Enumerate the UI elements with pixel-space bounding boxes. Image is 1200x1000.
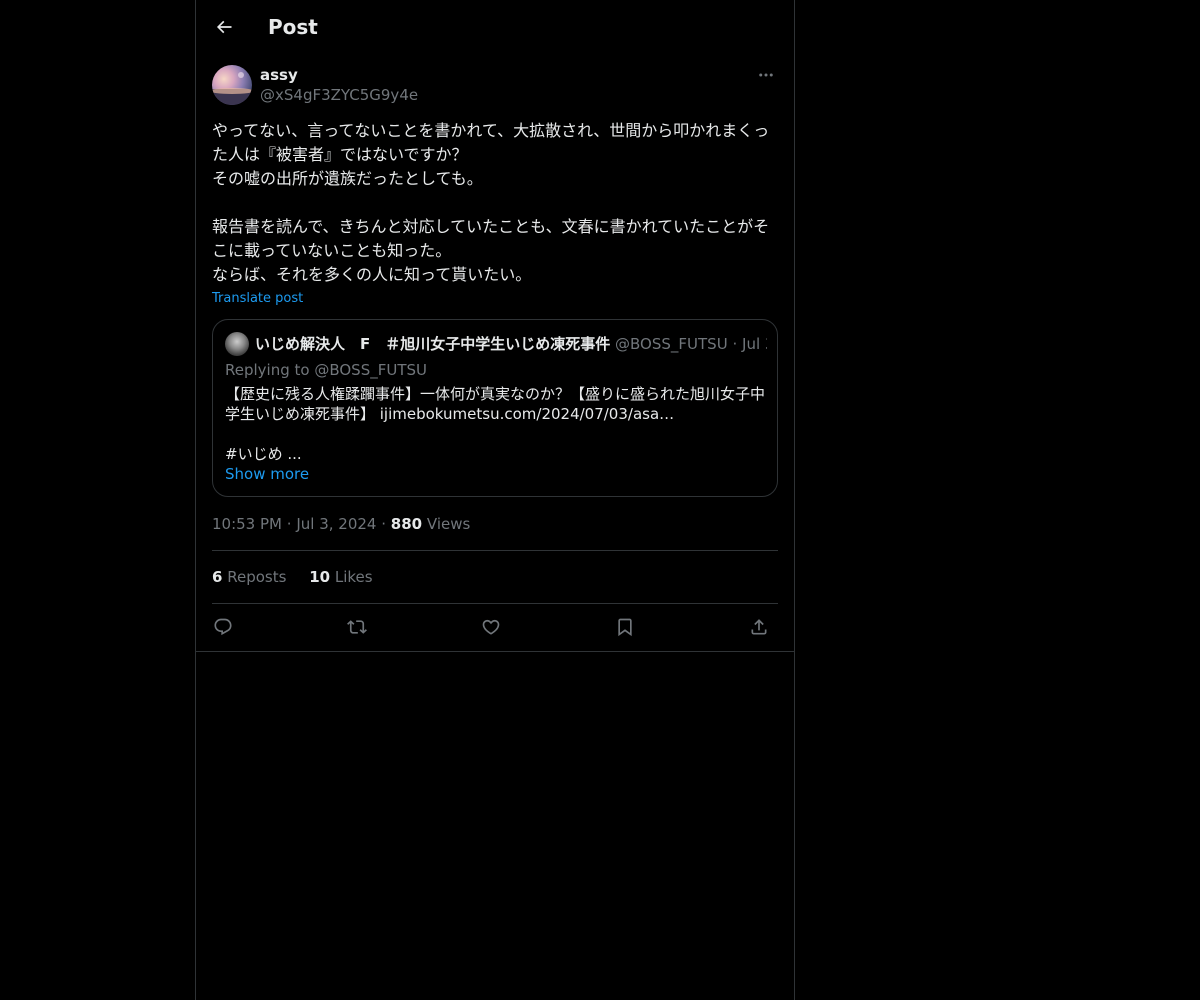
author-name[interactable]: assy xyxy=(260,65,298,85)
bookmark-button[interactable] xyxy=(612,614,638,640)
reposts-label: Reposts xyxy=(227,568,287,586)
share-icon xyxy=(749,617,769,637)
views-label: Views xyxy=(426,515,471,533)
arrow-left-icon xyxy=(214,17,234,37)
quoted-post-date: Jul 3 xyxy=(742,335,767,353)
divider xyxy=(212,603,778,604)
reposts-count: 6 xyxy=(212,568,223,586)
show-more-link[interactable]: Show more xyxy=(225,464,309,484)
quoted-replying-to: Replying to @BOSS_FUTSU xyxy=(225,361,427,379)
post-author: assy @xS4gF3ZYC5G9y4e xyxy=(212,64,778,108)
quoted-author-name: いじめ解決人 F ＃旭川女子中学生いじめ凍死事件 xyxy=(255,335,611,353)
post-metadata: 10:53 PM · Jul 3, 2024 · 880 Views xyxy=(212,514,470,534)
ellipsis-icon xyxy=(757,66,775,84)
repost-icon xyxy=(347,617,367,637)
repost-button[interactable] xyxy=(344,614,370,640)
divider xyxy=(212,550,778,551)
page-title: Post xyxy=(268,15,318,39)
post-detail-column: Post assy @xS4gF3ZYC5G9y4e やってない、言ってないこと… xyxy=(195,0,795,1000)
action-bar xyxy=(212,614,778,640)
translate-post-link[interactable]: Translate post xyxy=(212,290,303,308)
likes-count: 10 xyxy=(309,568,331,586)
meta-separator: · xyxy=(286,515,292,533)
author-avatar[interactable] xyxy=(212,65,252,105)
more-options-button[interactable] xyxy=(754,64,778,86)
likes-stat[interactable]: 10 Likes xyxy=(309,567,372,587)
meta-separator: · xyxy=(381,515,387,533)
post-time[interactable]: 10:53 PM xyxy=(212,515,282,533)
post-date[interactable]: Jul 3, 2024 xyxy=(296,515,376,533)
reply-icon xyxy=(213,617,233,637)
engagement-stats: 6 Reposts 10 Likes xyxy=(212,567,391,587)
author-handle[interactable]: @xS4gF3ZYC5G9y4e xyxy=(260,85,418,105)
bookmark-icon xyxy=(615,617,635,637)
reposts-stat[interactable]: 6 Reposts xyxy=(212,567,286,587)
quoted-post-text: 【歴史に残る人権蹂躙事件】一体何が真実なのか？【盛りに盛られた旭川女子中学生いじ… xyxy=(225,385,766,463)
like-heart-icon xyxy=(481,617,501,637)
post-text: やってない、言ってないことを書かれて、大拡散され、世間から叩かれまくった人は『被… xyxy=(212,121,770,284)
post-bottom-border xyxy=(196,651,794,652)
like-button[interactable] xyxy=(478,614,504,640)
views-count: 880 xyxy=(390,515,423,533)
quoted-separator: · xyxy=(732,335,738,353)
quoted-author-avatar xyxy=(225,332,249,356)
share-button[interactable] xyxy=(746,614,772,640)
likes-label: Likes xyxy=(334,568,373,586)
quoted-author-handle: @BOSS_FUTSU xyxy=(615,335,728,353)
top-bar: Post xyxy=(196,0,794,54)
reply-button[interactable] xyxy=(210,614,236,640)
back-button[interactable] xyxy=(208,11,240,43)
quoted-post-header: いじめ解決人 F ＃旭川女子中学生いじめ凍死事件 @BOSS_FUTSU · J… xyxy=(255,333,767,355)
quoted-post[interactable]: いじめ解決人 F ＃旭川女子中学生いじめ凍死事件 @BOSS_FUTSU · J… xyxy=(212,319,778,497)
